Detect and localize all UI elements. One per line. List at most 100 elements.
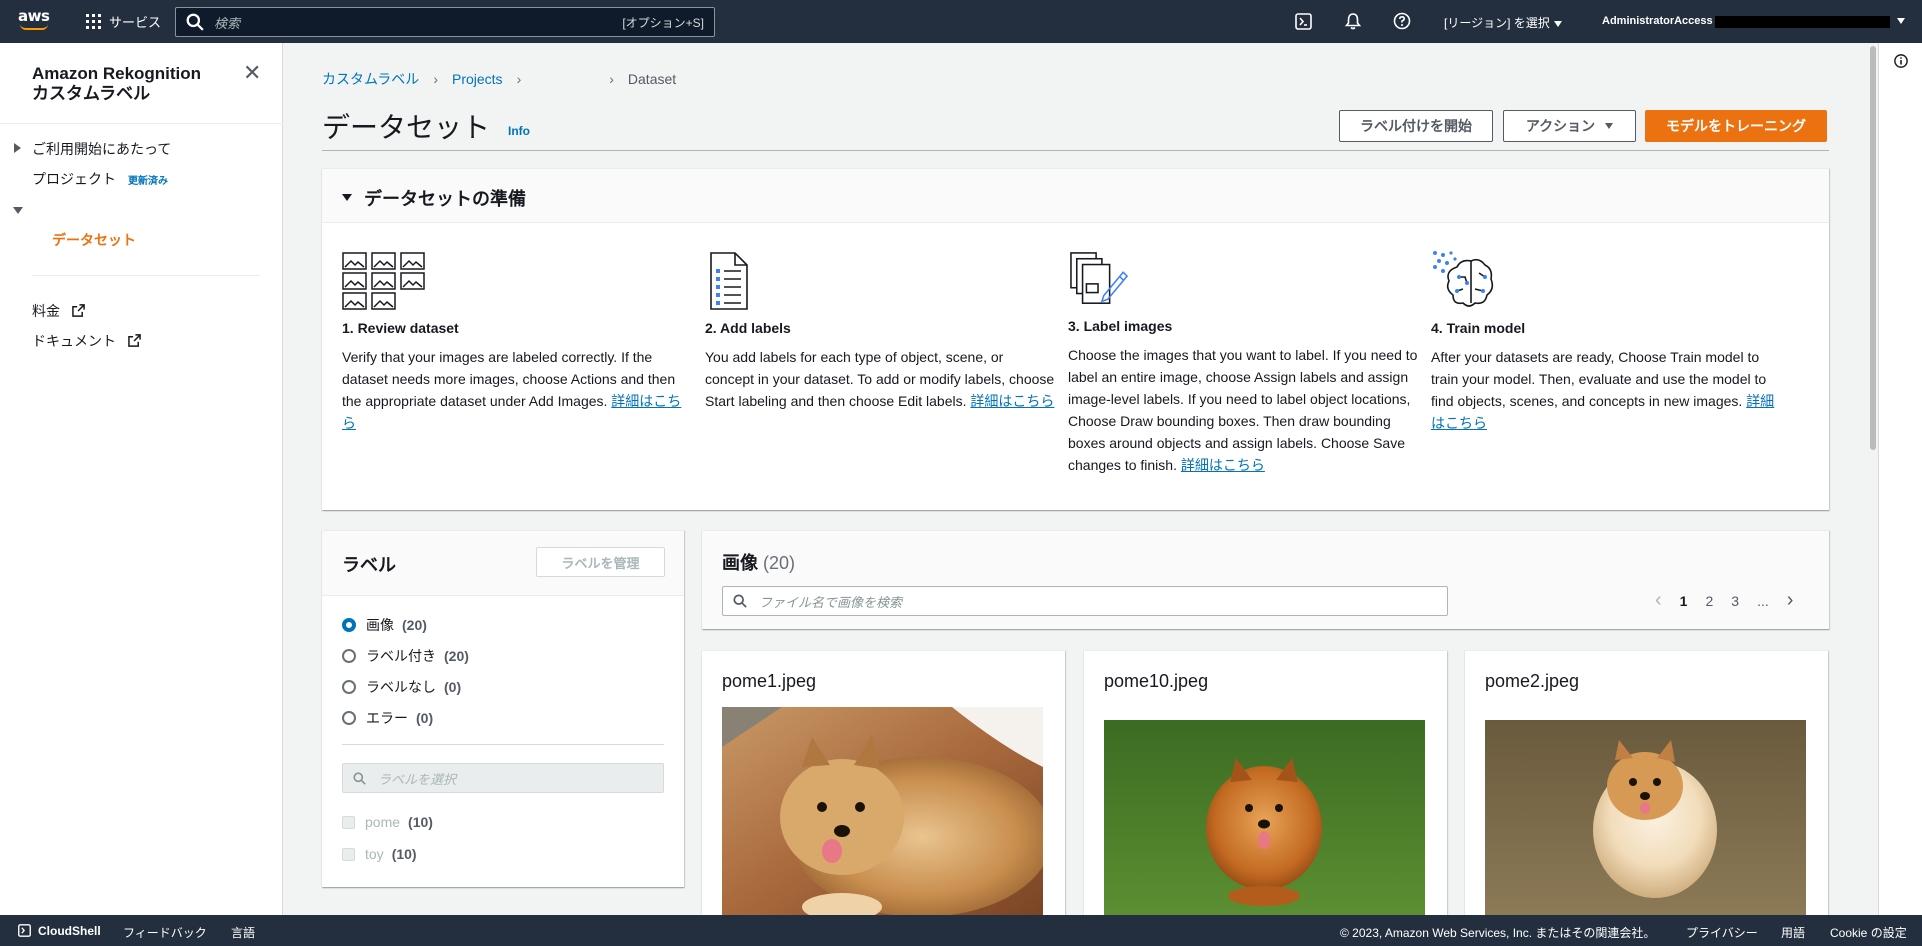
search-icon bbox=[353, 771, 366, 785]
feedback-link[interactable]: フィードバック bbox=[123, 924, 207, 941]
redacted-account-id bbox=[1715, 16, 1890, 28]
radio-button[interactable] bbox=[342, 680, 356, 694]
sidebar-item-label: 料金 bbox=[32, 303, 60, 319]
actions-button[interactable]: アクション bbox=[1503, 110, 1636, 142]
label-checkbox-toy[interactable]: toy (10) bbox=[342, 846, 417, 862]
page-ellipsis: ... bbox=[1757, 592, 1769, 609]
step-text: After your datasets are ready, Choose Tr… bbox=[1431, 349, 1767, 409]
search-placeholder: 検索 bbox=[214, 15, 241, 31]
page-title: データセット bbox=[322, 112, 491, 143]
step-title: 4. Train model bbox=[1431, 320, 1526, 336]
global-search-input[interactable]: 検索 [オプション+S] bbox=[175, 7, 715, 37]
breadcrumb-custom-labels[interactable]: カスタムラベル bbox=[322, 69, 419, 89]
account-caret-icon[interactable] bbox=[1897, 18, 1905, 24]
filter-images-radio[interactable]: 画像 (20) bbox=[342, 615, 427, 635]
step-title: 2. Add labels bbox=[705, 320, 791, 336]
learn-more-link[interactable]: 詳細はこちら bbox=[1181, 457, 1265, 473]
label-checkbox-pome[interactable]: pome (10) bbox=[342, 814, 433, 830]
service-title[interactable]: Amazon Rekognition カスタムラベル bbox=[32, 64, 201, 104]
filter-unlabeled-radio[interactable]: ラベルなし (0) bbox=[342, 677, 461, 697]
label-search-input[interactable]: ラベルを選択 bbox=[342, 763, 664, 793]
step-text: Choose the images that you want to label… bbox=[1068, 347, 1418, 473]
checkbox[interactable] bbox=[342, 847, 355, 861]
filter-count: (20) bbox=[444, 648, 469, 664]
image-search-placeholder: ファイル名で画像を検索 bbox=[759, 594, 903, 610]
image-filename: pome10.jpeg bbox=[1104, 671, 1209, 691]
label-name: pome bbox=[365, 814, 401, 830]
filter-label: 画像 bbox=[366, 617, 394, 633]
region-selector[interactable]: [リージョン] を選択 bbox=[1444, 14, 1562, 31]
region-label: [リージョン] を選択 bbox=[1444, 16, 1550, 30]
prep-panel-title: データセットの準備 bbox=[364, 189, 526, 209]
chevron-right-icon[interactable]: › bbox=[1787, 589, 1794, 612]
cookie-settings-link[interactable]: Cookie の設定 bbox=[1830, 924, 1907, 941]
document-list-icon bbox=[710, 252, 748, 310]
dog-photo[interactable] bbox=[1104, 720, 1425, 915]
filter-count: (20) bbox=[402, 617, 427, 633]
scrollbar-thumb[interactable] bbox=[1870, 46, 1876, 450]
learn-more-link[interactable]: 詳細はこちら bbox=[970, 393, 1054, 409]
cloudshell-link[interactable]: CloudShell bbox=[38, 924, 101, 938]
account-menu[interactable]: AdministratorAccess bbox=[1602, 15, 1713, 27]
image-card[interactable]: pome1.jpeg bbox=[702, 650, 1065, 915]
labels-panel-title: ラベル bbox=[342, 555, 396, 575]
info-icon[interactable] bbox=[1894, 54, 1908, 68]
label-search-placeholder: ラベルを選択 bbox=[378, 771, 457, 787]
privacy-link[interactable]: プライバシー bbox=[1686, 924, 1758, 941]
breadcrumb-projects[interactable]: Projects bbox=[452, 71, 503, 87]
sidebar-item-dataset[interactable]: データセット bbox=[52, 230, 136, 250]
label-name: toy bbox=[365, 846, 384, 862]
filter-labeled-radio[interactable]: ラベル付き (20) bbox=[342, 646, 469, 666]
page-3[interactable]: 3 bbox=[1731, 593, 1739, 609]
vertical-scrollbar[interactable] bbox=[1868, 43, 1878, 915]
sidebar-item-projects[interactable]: プロジェクト 更新済み bbox=[32, 169, 168, 189]
dog-photo[interactable] bbox=[722, 707, 1043, 915]
info-link[interactable]: Info bbox=[508, 124, 530, 138]
step-title: 1. Review dataset bbox=[342, 320, 459, 336]
image-card[interactable]: pome2.jpeg bbox=[1465, 650, 1828, 915]
cloudshell-icon[interactable] bbox=[1295, 13, 1312, 30]
filter-label: エラー bbox=[366, 710, 408, 726]
page-2[interactable]: 2 bbox=[1705, 593, 1713, 609]
tools-rail bbox=[1878, 43, 1922, 915]
footer: CloudShell フィードバック 言語 © 2023, Amazon Web… bbox=[0, 915, 1922, 946]
external-link-icon bbox=[72, 304, 85, 317]
prep-panel-header[interactable]: データセットの準備 bbox=[322, 169, 1829, 223]
account-label: AdministratorAccess bbox=[1602, 15, 1713, 27]
checkbox[interactable] bbox=[342, 815, 355, 829]
sidebar-item-pricing[interactable]: 料金 bbox=[32, 301, 85, 321]
caret-down-icon bbox=[1553, 20, 1562, 27]
sidebar-item-documentation[interactable]: ドキュメント bbox=[32, 331, 141, 351]
filter-errors-radio[interactable]: エラー (0) bbox=[342, 708, 433, 728]
image-search-input[interactable]: ファイル名で画像を検索 bbox=[722, 586, 1448, 616]
collapse-triangle-icon[interactable] bbox=[13, 207, 23, 214]
start-labeling-button[interactable]: ラベル付けを開始 bbox=[1339, 110, 1493, 142]
filter-count: (0) bbox=[444, 679, 462, 695]
train-model-button[interactable]: モデルをトレーニング bbox=[1645, 110, 1827, 142]
image-card[interactable]: pome10.jpeg bbox=[1084, 650, 1447, 915]
pagination: ‹ 1 2 3 ... › bbox=[1646, 589, 1802, 612]
radio-button[interactable] bbox=[342, 649, 356, 663]
language-link[interactable]: 言語 bbox=[231, 924, 255, 941]
radio-button[interactable] bbox=[342, 711, 356, 725]
terms-link[interactable]: 用語 bbox=[1781, 924, 1805, 941]
page-1[interactable]: 1 bbox=[1680, 593, 1688, 609]
services-menu[interactable]: サービス bbox=[86, 12, 161, 31]
label-count: (10) bbox=[408, 814, 433, 830]
radio-button[interactable] bbox=[342, 618, 356, 632]
images-count: (20) bbox=[763, 553, 796, 573]
expand-triangle-icon[interactable] bbox=[14, 143, 21, 153]
close-icon[interactable]: ✕ bbox=[243, 62, 261, 84]
label-images-icon bbox=[1070, 252, 1129, 304]
sidebar-item-label: プロジェクト bbox=[32, 171, 116, 187]
help-icon[interactable] bbox=[1393, 12, 1411, 30]
step-train-model: 4. Train model After your datasets are r… bbox=[1431, 249, 1781, 434]
sidebar-item-getting-started[interactable]: ご利用開始にあたって bbox=[32, 139, 171, 159]
dog-photo[interactable] bbox=[1485, 720, 1806, 915]
aws-logo[interactable]: aws bbox=[18, 9, 52, 33]
chevron-left-icon[interactable]: ‹ bbox=[1655, 589, 1662, 612]
manage-labels-button[interactable]: ラベルを管理 bbox=[536, 547, 665, 577]
breadcrumb-dataset: Dataset bbox=[627, 71, 677, 87]
brain-model-icon bbox=[1433, 251, 1494, 307]
bell-icon[interactable] bbox=[1344, 12, 1362, 30]
